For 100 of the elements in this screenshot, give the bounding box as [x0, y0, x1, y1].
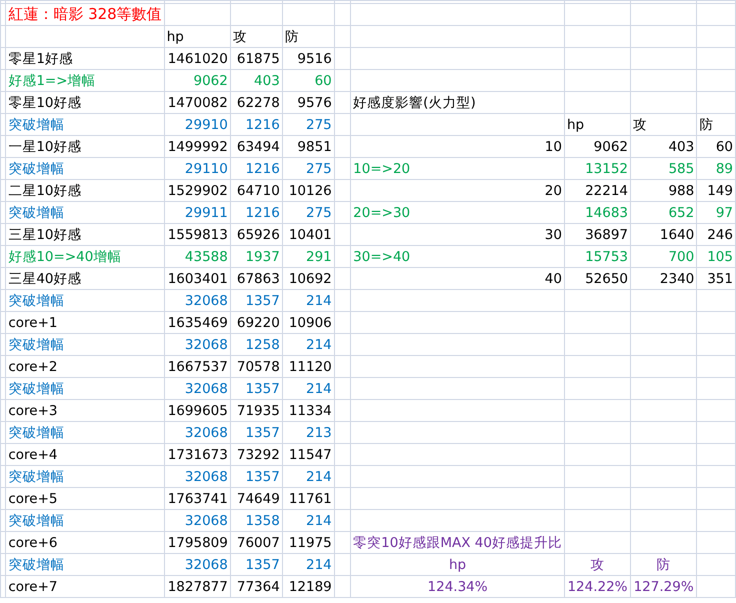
column-header: 攻 — [590, 556, 604, 572]
column-header: hp — [448, 556, 466, 572]
row-label: core+1 — [8, 314, 58, 330]
table-cell: 11120 — [288, 358, 332, 374]
table-cell: 69220 — [236, 314, 280, 330]
table-cell: 1699605 — [168, 402, 228, 418]
table-cell: 351 — [707, 270, 733, 286]
table-cell: 9062 — [193, 72, 228, 88]
table-cell: 585 — [668, 160, 694, 176]
table-cell: 32068 — [184, 468, 228, 484]
table-cell: 64710 — [236, 182, 280, 198]
table-cell: 124.34% — [428, 578, 488, 594]
row-label: 好感10=>40增幅 — [8, 248, 122, 264]
row-label: 好感1=>增幅 — [8, 72, 96, 88]
row-label: 10 — [544, 138, 562, 154]
table-cell: 275 — [306, 160, 332, 176]
table-cell: 1603401 — [168, 270, 228, 286]
table-cell: 22214 — [585, 182, 628, 198]
row-label: 突破增幅 — [8, 292, 64, 308]
row-label: 零星10好感 — [8, 94, 82, 110]
table-cell: 73292 — [236, 446, 280, 462]
table-cell: 32068 — [184, 556, 228, 572]
table-cell: 29110 — [184, 160, 228, 176]
table-cell: 13152 — [585, 160, 628, 176]
table-cell: 9576 — [297, 94, 332, 110]
sheet-title: 紅蓮：暗影 328等數值 — [8, 5, 162, 23]
table-cell: 71935 — [236, 402, 280, 418]
table-cell: 1357 — [245, 292, 280, 308]
table-cell: 89 — [716, 160, 733, 176]
table-cell: 214 — [306, 468, 332, 484]
table-cell: 32068 — [184, 292, 228, 308]
table-cell: 124.22% — [567, 578, 628, 594]
row-label: 突破增幅 — [8, 160, 64, 176]
row-label: 20=>30 — [353, 204, 410, 220]
row-label: 二星10好感 — [8, 182, 82, 198]
table-cell: 52650 — [585, 270, 628, 286]
row-label: 20 — [544, 182, 562, 198]
table-cell: 214 — [306, 556, 332, 572]
table-cell: 32068 — [184, 380, 228, 396]
row-label: 三星40好感 — [8, 270, 82, 286]
column-header: 攻 — [232, 28, 247, 44]
table-cell: 213 — [306, 424, 332, 440]
table-cell: 403 — [254, 72, 280, 88]
table-cell: 61875 — [236, 50, 280, 66]
table-cell: 1529902 — [168, 182, 228, 198]
row-label: 突破增幅 — [8, 424, 64, 440]
row-label: core+2 — [8, 358, 58, 374]
table-cell: 214 — [306, 292, 332, 308]
row-label: 零星1好感 — [8, 50, 73, 66]
table-cell: 1795809 — [168, 534, 228, 550]
column-header: 攻 — [633, 116, 648, 132]
table-cell: 2340 — [660, 270, 694, 286]
table-cell: 214 — [306, 336, 332, 352]
table-cell: 988 — [668, 182, 694, 198]
row-label: 一星10好感 — [8, 138, 82, 154]
table-cell: 1937 — [245, 248, 280, 264]
row-label: core+6 — [8, 534, 58, 550]
row-label: 突破增幅 — [8, 204, 64, 220]
table-cell: 291 — [306, 248, 332, 264]
table-cell: 275 — [306, 204, 332, 220]
table-cell: 60 — [716, 138, 733, 154]
table-cell: 60 — [314, 72, 332, 88]
table-cell: 105 — [707, 248, 733, 264]
table-cell: 1635469 — [168, 314, 228, 330]
row-label: 突破增幅 — [8, 116, 64, 132]
row-label: 突破增幅 — [8, 336, 64, 352]
table-cell: 1559813 — [168, 226, 228, 242]
row-label: core+7 — [8, 578, 58, 594]
table-cell: 214 — [306, 380, 332, 396]
table-cell: 9516 — [297, 50, 332, 66]
table-cell: 1357 — [245, 380, 280, 396]
table-title: 零突10好感跟MAX 40好感提升比 — [353, 534, 562, 550]
table-cell: 29911 — [184, 204, 228, 220]
table-cell: 1461020 — [168, 50, 228, 66]
table-cell: 11761 — [288, 490, 332, 506]
table-cell: 1357 — [245, 556, 280, 572]
row-label: 10=>20 — [353, 160, 410, 176]
table-cell: 15753 — [585, 248, 628, 264]
table-cell: 1258 — [245, 336, 280, 352]
table-cell: 32068 — [184, 424, 228, 440]
row-label: 突破增幅 — [8, 556, 64, 572]
table-cell: 29910 — [184, 116, 228, 132]
table-cell: 76007 — [236, 534, 280, 550]
column-header: hp — [566, 116, 584, 132]
row-label: 三星10好感 — [8, 226, 82, 242]
column-header: hp — [166, 28, 184, 44]
table-cell: 10126 — [288, 182, 332, 198]
column-header: 防 — [284, 28, 299, 44]
table-cell: 63494 — [236, 138, 280, 154]
table-cell: 97 — [716, 204, 733, 220]
table-cell: 652 — [668, 204, 694, 220]
table-cell: 32068 — [184, 336, 228, 352]
table-cell: 74649 — [236, 490, 280, 506]
table-cell: 77364 — [236, 578, 280, 594]
row-label: 突破增幅 — [8, 468, 64, 484]
table-cell: 1731673 — [168, 446, 228, 462]
table-cell: 1216 — [245, 116, 280, 132]
table-cell: 700 — [668, 248, 694, 264]
column-header: 防 — [656, 556, 671, 572]
table-cell: 275 — [306, 116, 332, 132]
